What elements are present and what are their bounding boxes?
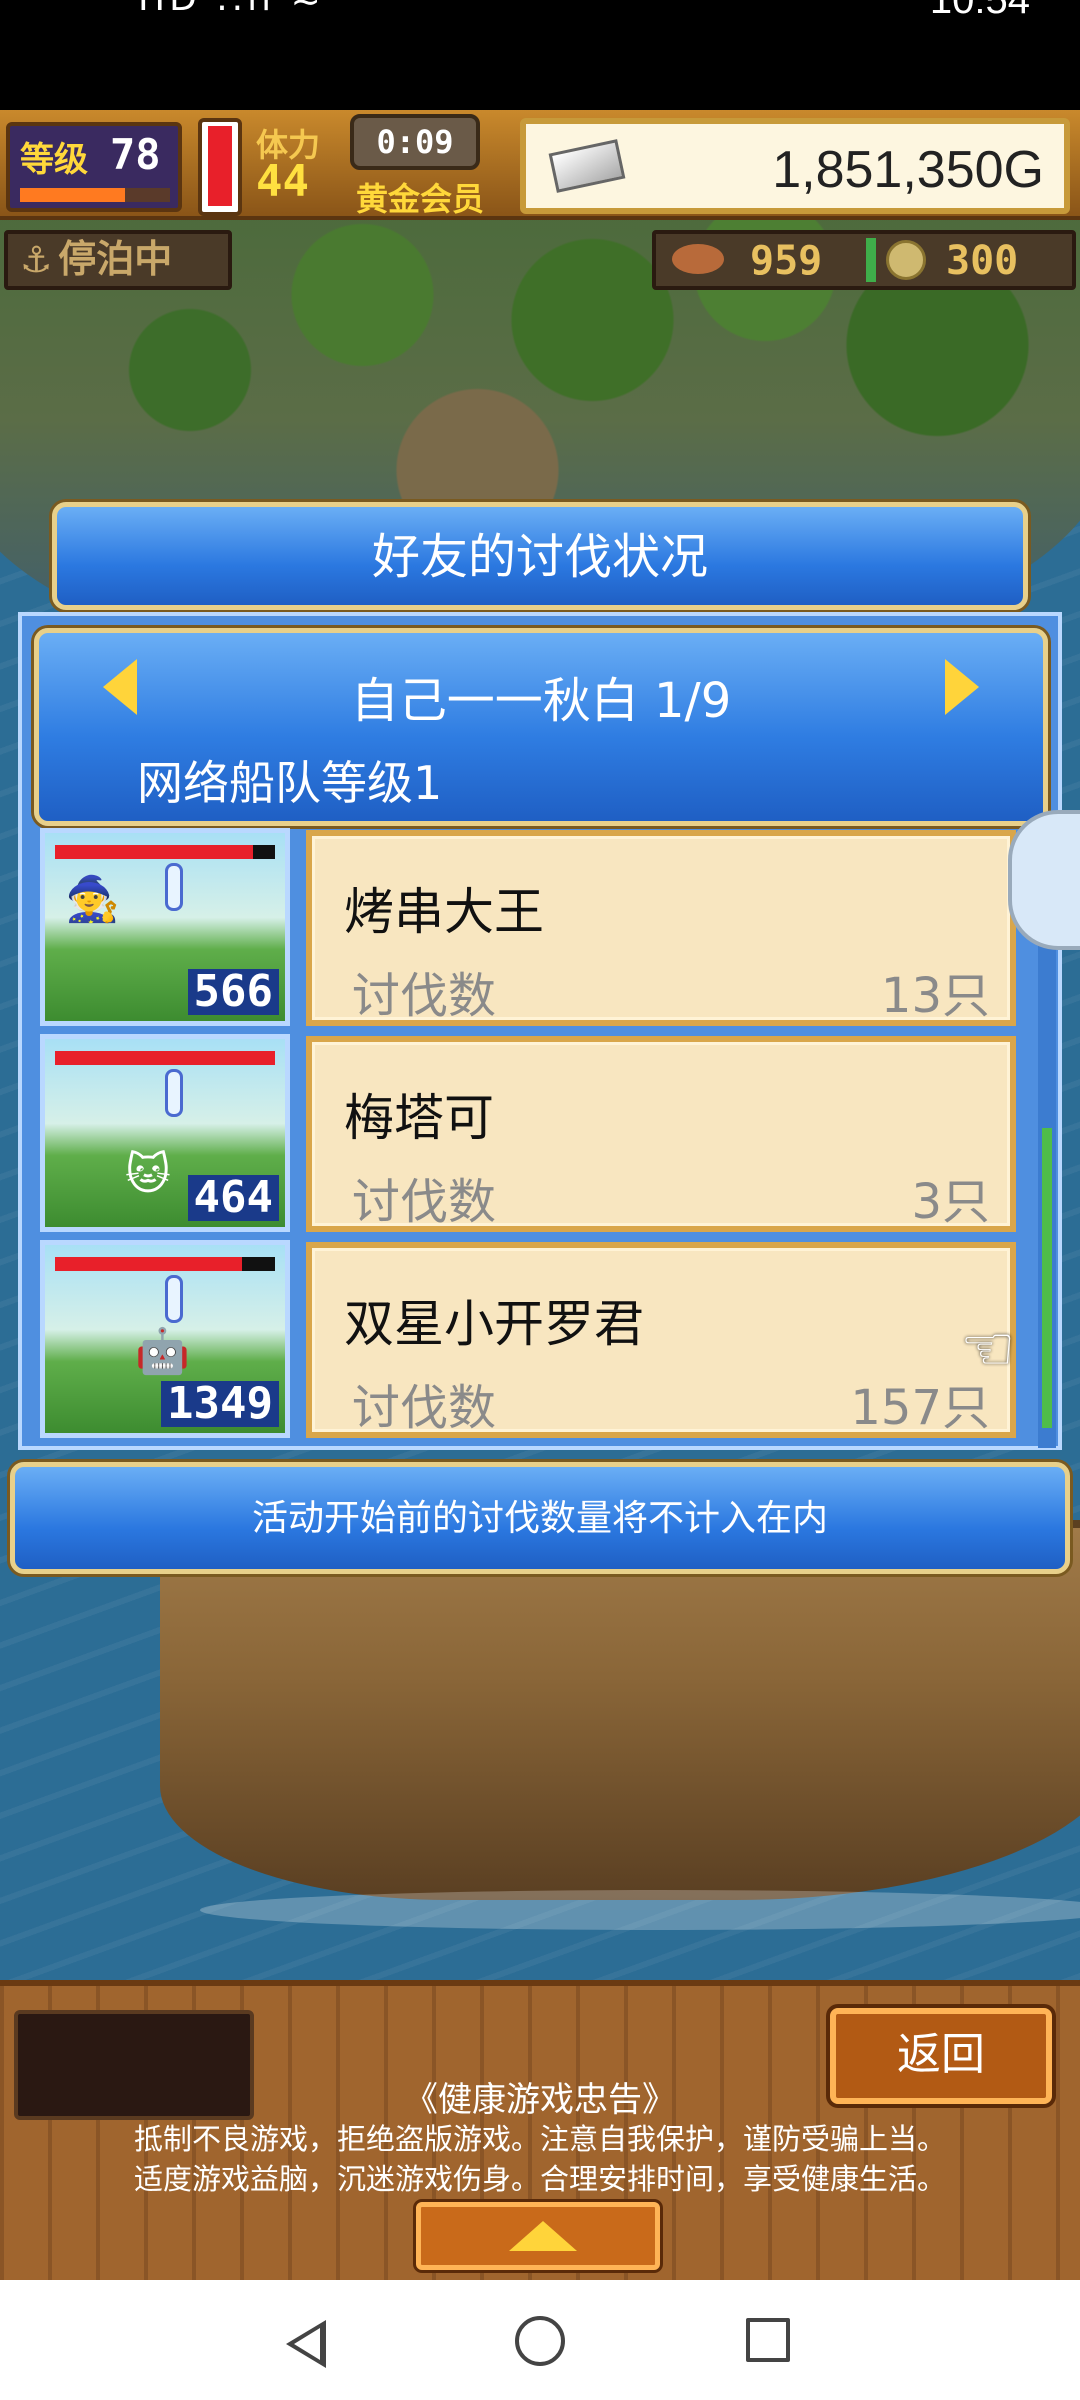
monster-portrait: 🧙 566 [40, 828, 290, 1026]
scroll-thumb[interactable] [1042, 1128, 1052, 1428]
coin-icon [886, 240, 926, 280]
membership-badge[interactable]: 黄金会员 [356, 174, 484, 220]
fleet-level: 网络船队等级1 [137, 756, 443, 810]
alert-icon [165, 1069, 183, 1117]
hunt-list[interactable]: 🧙 566 烤串大王 讨伐数 13只 🐱 464 梅塔可 讨伐数 3只 🤖 13… [36, 828, 1056, 1448]
status-bar: HD ..ıl ≈ 10:54 [0, 0, 1080, 110]
health-advice-line2: 适度游戏益脑，沉迷游戏伤身。合理安排时间，享受健康生活。 [133, 2162, 946, 2196]
up-arrow-icon [509, 2221, 577, 2251]
friend-name: 自己一一秋白 1/9 [350, 673, 732, 729]
hunt-info-card: 梅塔可 讨伐数 3只 [306, 1036, 1016, 1232]
moored-status[interactable]: ⚓ 停泊中 [4, 230, 232, 290]
monster-portrait: 🐱 464 [40, 1034, 290, 1232]
level-progress-fill [20, 188, 125, 202]
list-item[interactable]: 🐱 464 梅塔可 讨伐数 3只 [36, 1034, 1036, 1234]
dark-wizard-icon: 🧙 [65, 874, 120, 925]
friend-player-name: 梅塔可 [344, 1089, 494, 1147]
monster-count: 1349 [161, 1381, 279, 1427]
level-panel: 等级 78 [6, 122, 182, 212]
fish-icon [672, 244, 724, 274]
level-progress-bar [20, 188, 170, 202]
monster-hp-bar [55, 1257, 275, 1271]
hud-bar: 等级 78 体力 44 0:09 黄金会员 1,851,350G [0, 110, 1080, 220]
nav-home-icon[interactable] [515, 2316, 565, 2366]
monster-count: 566 [187, 969, 279, 1015]
side-avatar-bubble[interactable] [1008, 810, 1080, 950]
monster-count: 464 [187, 1175, 279, 1221]
pointing-hand-icon: ☜ [960, 1312, 1016, 1385]
moored-label: 停泊中 [58, 237, 173, 281]
hud-second-row: ⚓ 停泊中 959 300 [0, 224, 1080, 294]
kill-count-label: 讨伐数 [352, 1174, 497, 1230]
alert-icon [165, 1275, 183, 1323]
system-nav-bar [0, 2280, 1080, 2400]
ship-hull [160, 1520, 1080, 1930]
hunt-info-card: 烤串大王 讨伐数 13只 [306, 830, 1016, 1026]
resource-divider [866, 238, 876, 282]
silver-ingot-icon [548, 139, 626, 193]
monster-hp-fill [55, 845, 253, 859]
gold-value: 1,851,350G [772, 141, 1044, 199]
alert-icon [165, 863, 183, 911]
hunt-info-card: 双星小开罗君 讨伐数 157只 [306, 1242, 1016, 1438]
friend-player-name: 烤串大王 [344, 883, 544, 941]
event-notice: 活动开始前的讨伐数量将不计入在内 [10, 1462, 1070, 1574]
list-item[interactable]: 🤖 1349 双星小开罗君 讨伐数 157只 [36, 1240, 1036, 1440]
level-value: 78 [110, 130, 161, 179]
resource-panel: 959 300 [652, 230, 1076, 290]
white-cat-icon: 🐱 [125, 1149, 171, 1200]
monster-hp-bar [55, 845, 275, 859]
coin-count: 300 [946, 238, 1019, 284]
expand-menu-button[interactable] [416, 2202, 660, 2270]
monster-hp-bar [55, 1051, 275, 1065]
stamina-gauge [198, 118, 242, 216]
dialog-body: 自己一一秋白 1/9 网络船队等级1 🧙 566 烤串大王 讨伐数 13只 🐱 [18, 612, 1062, 1450]
nav-recent-apps-icon[interactable] [746, 2318, 790, 2362]
monster-portrait: 🤖 1349 [40, 1240, 290, 1438]
fish-count: 959 [750, 238, 823, 284]
status-indicators: HD ..ıl ≈ [138, 0, 325, 19]
nav-back-icon[interactable] [286, 2320, 326, 2368]
gold-panel[interactable]: 1,851,350G [520, 118, 1070, 214]
kill-count-label: 讨伐数 [352, 1380, 497, 1436]
kill-count-value: 13只 [880, 968, 990, 1024]
kill-count-label: 讨伐数 [352, 968, 497, 1024]
status-time: 10:54 [929, 0, 1030, 22]
stamina-timer: 0:09 [350, 114, 480, 170]
yellow-robot-icon: 🤖 [135, 1326, 190, 1377]
anchor-icon: ⚓ [20, 240, 53, 281]
list-item[interactable]: 🧙 566 烤串大王 讨伐数 13只 [36, 828, 1036, 1028]
kill-count-value: 3只 [911, 1174, 990, 1230]
friend-header: 自己一一秋白 1/9 网络船队等级1 [34, 628, 1048, 826]
monster-hp-fill [55, 1257, 242, 1271]
stamina-fill [208, 126, 232, 206]
dialog-title: 好友的讨伐状况 [52, 502, 1028, 610]
bottom-panel: 返回 《健康游戏忠告》 抵制不良游戏，拒绝盗版游戏。注意自我保护，谨防受骗上当。… [0, 1980, 1080, 2280]
level-label: 等级 [20, 140, 88, 180]
health-advice-title: 《健康游戏忠告》 [404, 2080, 676, 2120]
friend-player-name: 双星小开罗君 [344, 1295, 644, 1353]
next-friend-arrow-icon[interactable] [945, 659, 979, 715]
health-advice-line1: 抵制不良游戏，拒绝盗版游戏。注意自我保护，谨防受骗上当。 [133, 2122, 946, 2156]
stamina-value: 44 [256, 156, 309, 207]
monster-hp-fill [55, 1051, 275, 1065]
